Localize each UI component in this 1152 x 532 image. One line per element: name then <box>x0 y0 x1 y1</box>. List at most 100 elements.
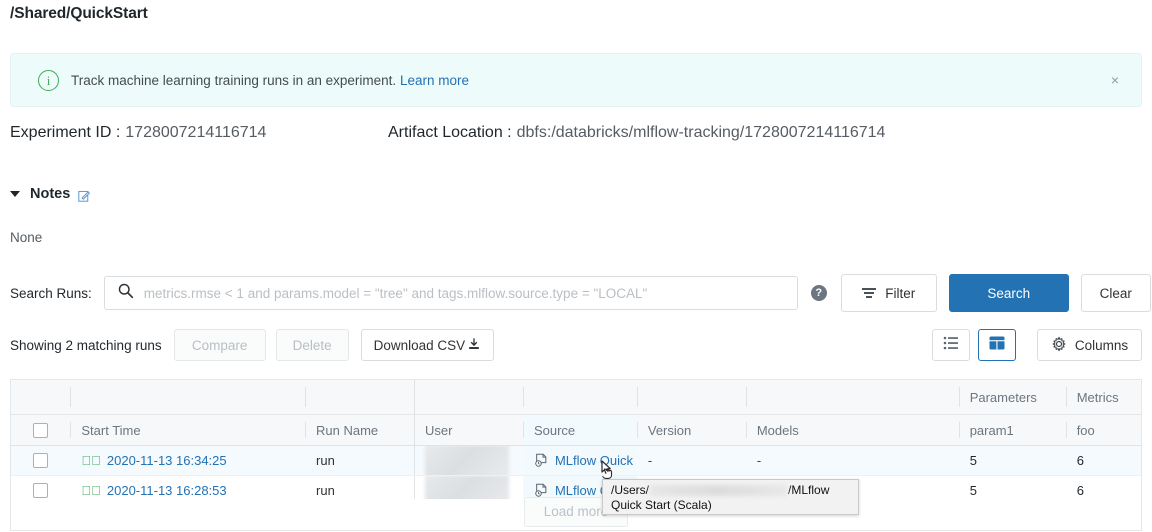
artifact-location-meta: Artifact Location : dbfs:/databricks/mlfl… <box>388 124 885 142</box>
check-circle-icon: ✓⃝ <box>81 483 101 498</box>
view-toggle-group <box>932 329 1016 361</box>
select-all-checkbox[interactable] <box>33 423 48 438</box>
version-value: - <box>648 453 652 468</box>
list-view-button[interactable] <box>932 329 970 361</box>
run-start-time-link[interactable]: 2020-11-13 16:28:53 <box>107 483 227 498</box>
filter-icon <box>862 286 876 300</box>
group-header-parameters: Parameters <box>959 380 1066 414</box>
notes-body: None <box>10 230 42 245</box>
notes-section-header[interactable]: Notes <box>10 186 91 202</box>
download-csv-label: Download CSV <box>374 338 466 353</box>
mouse-cursor-pointer-icon <box>598 458 620 489</box>
foo-value: 6 <box>1077 453 1084 468</box>
search-runs-label: Search Runs: <box>10 286 92 301</box>
delete-button-label: Delete <box>293 338 332 353</box>
delete-button[interactable]: Delete <box>276 329 349 361</box>
row-checkbox[interactable] <box>33 483 48 498</box>
param1-value: 5 <box>970 483 977 498</box>
experiment-page: /Shared/QuickStart i Track machine learn… <box>0 0 1152 532</box>
group-cell-blank-models <box>746 380 959 414</box>
row-select-cell[interactable] <box>11 446 70 475</box>
chevron-down-icon[interactable] <box>10 191 20 197</box>
header-select-all-cell[interactable] <box>11 415 70 445</box>
run-start-time-link[interactable]: 2020-11-13 16:34:25 <box>107 453 227 468</box>
group-cell-blank-version <box>637 380 746 414</box>
compare-button[interactable]: Compare <box>174 329 266 361</box>
search-box[interactable] <box>104 276 798 310</box>
table-header-row: Start Time Run Name User Source Version … <box>11 415 1141 446</box>
cell-version: - <box>637 446 746 475</box>
source-tooltip: /Users/ /MLflow Quick Start (Scala) <box>602 479 859 515</box>
table-group-header-row: Parameters Metrics <box>11 380 1141 415</box>
load-more-label: Load more <box>544 504 609 519</box>
search-button[interactable]: Search <box>949 274 1069 312</box>
filter-button-label: Filter <box>885 286 915 301</box>
filter-button[interactable]: Filter <box>841 274 937 312</box>
group-cell-blank-check <box>11 380 70 414</box>
cell-start-time[interactable]: ✓⃝ 2020-11-13 16:34:25 <box>70 446 305 475</box>
group-cell-blank-user <box>414 380 523 414</box>
learn-more-link[interactable]: Learn more <box>400 73 469 88</box>
models-value: - <box>757 453 761 468</box>
edit-pencil-icon[interactable] <box>78 189 91 202</box>
header-foo[interactable]: foo <box>1066 415 1141 445</box>
cell-models: - <box>746 446 959 475</box>
header-user[interactable]: User <box>414 415 523 445</box>
close-icon[interactable]: × <box>1107 72 1123 88</box>
clear-button-label: Clear <box>1100 286 1132 301</box>
tooltip-line-2: Quick Start (Scala) <box>611 498 850 513</box>
columns-button[interactable]: Columns <box>1037 329 1142 361</box>
search-input[interactable] <box>134 277 797 309</box>
cell-user <box>414 446 523 475</box>
grid-view-button[interactable] <box>978 329 1016 361</box>
search-runs-row: Search Runs: ? Filter Search Clear <box>10 276 1151 310</box>
redacted-user-value <box>425 446 509 475</box>
list-view-icon <box>943 336 959 355</box>
check-circle-icon: ✓⃝ <box>81 453 101 468</box>
notebook-revision-icon <box>534 453 549 468</box>
runs-actions-row: Showing 2 matching runs Compare Delete D… <box>10 329 494 361</box>
showing-runs-text: Showing 2 matching runs <box>10 338 162 353</box>
group-cell-blank-source <box>523 380 637 414</box>
clear-button[interactable]: Clear <box>1081 274 1151 312</box>
artifact-location-value: dbfs:/databricks/mlflow-tracking/1728007… <box>517 124 886 141</box>
search-icon <box>117 282 134 304</box>
compare-button-label: Compare <box>192 338 248 353</box>
header-run-name[interactable]: Run Name <box>305 415 414 445</box>
tooltip-line-1: /Users/ /MLflow <box>611 483 850 498</box>
redacted-username <box>650 485 787 496</box>
cell-foo: 6 <box>1066 446 1141 475</box>
info-circle-icon: i <box>38 70 59 91</box>
experiment-id-meta: Experiment ID : 1728007214116714 <box>10 124 266 142</box>
help-icon[interactable]: ? <box>811 285 827 301</box>
gear-icon <box>1051 336 1067 355</box>
group-cell-blank-start <box>70 380 305 414</box>
header-version[interactable]: Version <box>637 415 746 445</box>
runs-table: Parameters Metrics Start Time Run Name U… <box>10 379 1142 506</box>
download-csv-button[interactable]: Download CSV <box>361 329 495 361</box>
group-header-metrics: Metrics <box>1066 380 1141 414</box>
header-models[interactable]: Models <box>746 415 959 445</box>
header-source[interactable]: Source <box>523 415 637 445</box>
header-param1[interactable]: param1 <box>959 415 1066 445</box>
artifact-location-label: Artifact Location : <box>388 124 512 141</box>
row-checkbox[interactable] <box>33 453 48 468</box>
param1-value: 5 <box>970 453 977 468</box>
notebook-revision-icon <box>534 483 549 498</box>
header-start-time[interactable]: Start Time <box>70 415 305 445</box>
experiment-id-value: 1728007214116714 <box>125 124 266 141</box>
source-link[interactable]: MLflow Quick <box>555 453 633 468</box>
cell-param1: 5 <box>959 446 1066 475</box>
cell-run-name: run <box>305 446 414 475</box>
load-more-row: Load more <box>10 499 1142 531</box>
table-row[interactable]: ✓⃝ 2020-11-13 16:34:25 run MLflow Quick <box>11 446 1141 476</box>
group-cell-blank-runname <box>305 380 414 414</box>
page-title: /Shared/QuickStart <box>10 5 148 23</box>
foo-value: 6 <box>1077 483 1084 498</box>
download-icon <box>467 337 481 354</box>
info-banner: i Track machine learning training runs i… <box>10 53 1142 107</box>
info-banner-text: Track machine learning training runs in … <box>71 73 469 88</box>
info-banner-message: Track machine learning training runs in … <box>71 73 396 88</box>
experiment-id-label: Experiment ID : <box>10 124 120 141</box>
notes-title: Notes <box>30 186 70 202</box>
